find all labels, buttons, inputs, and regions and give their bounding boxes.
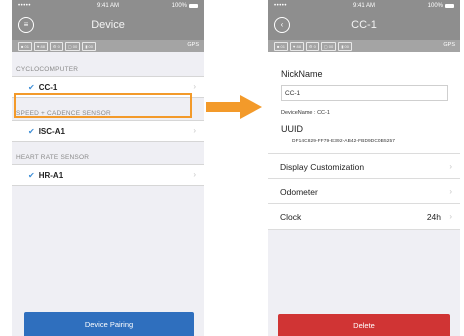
battery-percent: 100% [427, 3, 443, 9]
device-detail-screen: ••••• 9:41 AM 100% ‹ CC-1 ■ 01 ♥ 88 ⚙ 0 … [268, 0, 460, 336]
chevron-right-icon: › [449, 187, 452, 196]
toolbar-chip: ▢ 00 [64, 41, 81, 51]
section-label-cyclocomputer: CYCLOCOMPUTER [16, 66, 79, 73]
row-clock[interactable]: Clock 24h › [268, 203, 460, 230]
toolbar-chip: ■ 01 [274, 41, 288, 51]
toolbar-chip: ♥ 88 [33, 41, 48, 51]
row-label: Odometer [280, 187, 318, 197]
toolbar-chip: ⚙ 0 [49, 41, 63, 51]
device-row-hr-a1[interactable]: ✔ HR-A1 › [12, 164, 204, 186]
row-value: 24h [426, 212, 441, 222]
gps-label: GPS [443, 42, 455, 48]
toolbar-chip: ♥ 88 [289, 41, 304, 51]
nav-bar: ‹ CC-1 [268, 13, 460, 40]
page-title: Device [91, 19, 125, 31]
battery-icon [189, 4, 198, 8]
battery-icon [445, 4, 454, 8]
chevron-right-icon: › [449, 212, 452, 221]
chevron-right-icon: › [193, 170, 196, 179]
sensor-toolbar: ■ 01 ♥ 88 ⚙ 0 ▢ 00 ▮ 00 GPS [12, 40, 204, 52]
toolbar-chip: ▮ 00 [82, 41, 96, 51]
nickname-label: NickName [281, 69, 323, 79]
check-icon: ✔ [28, 126, 35, 136]
uuid-label: UUID [281, 124, 303, 134]
chevron-right-icon: › [449, 162, 452, 171]
chevron-right-icon: › [193, 82, 196, 91]
selection-highlight [14, 93, 192, 118]
nav-bar: ≡ Device [12, 13, 204, 40]
battery-indicator: 100% [172, 3, 198, 9]
nickname-input[interactable]: CC-1 [281, 85, 448, 101]
chevron-right-icon: › [193, 126, 196, 135]
gps-label: GPS [187, 42, 199, 48]
check-icon: ✔ [28, 82, 35, 92]
sensor-toolbar: ■ 01 ♥ 88 ⚙ 0 ▢ 00 ▮ 00 GPS [268, 40, 460, 52]
device-list-screen: ••••• 9:41 AM 100% ≡ Device ■ 01 ♥ 88 ⚙ … [12, 0, 204, 336]
device-name: CC-1 [38, 82, 58, 92]
status-bar: ••••• 9:41 AM 100% [12, 0, 204, 13]
device-row-isc-a1[interactable]: ✔ ISC-A1 › [12, 120, 204, 142]
uuid-value: DF14C829-FF79-E392-AB42-FBD9DC0B5257 [292, 139, 396, 144]
toolbar-chip: ▮ 00 [338, 41, 352, 51]
battery-indicator: 100% [428, 3, 454, 9]
device-name: ISC-A1 [38, 126, 65, 136]
row-display-customization[interactable]: Display Customization › [268, 153, 460, 179]
device-name-text: DeviceName : CC-1 [281, 110, 330, 116]
toolbar-chip: ▢ 00 [320, 41, 337, 51]
row-label: Clock [280, 212, 302, 222]
check-icon: ✔ [28, 170, 35, 180]
toolbar-chip: ⚙ 0 [305, 41, 319, 51]
section-label-heart-rate: HEART RATE SENSOR [16, 154, 90, 161]
battery-percent: 100% [171, 3, 187, 9]
toolbar-chip: ■ 01 [18, 41, 32, 51]
delete-button[interactable]: Delete [278, 314, 450, 336]
device-detail-panel: NickName CC-1 DeviceName : CC-1 UUID DF1… [268, 52, 460, 162]
page-title: CC-1 [351, 19, 377, 31]
arrow-right-icon [206, 95, 262, 119]
status-bar: ••••• 9:41 AM 100% [268, 0, 460, 13]
device-name: HR-A1 [38, 170, 64, 180]
row-odometer[interactable]: Odometer › [268, 178, 460, 204]
row-label: Display Customization [280, 162, 365, 172]
device-pairing-button[interactable]: Device Pairing [24, 312, 194, 336]
